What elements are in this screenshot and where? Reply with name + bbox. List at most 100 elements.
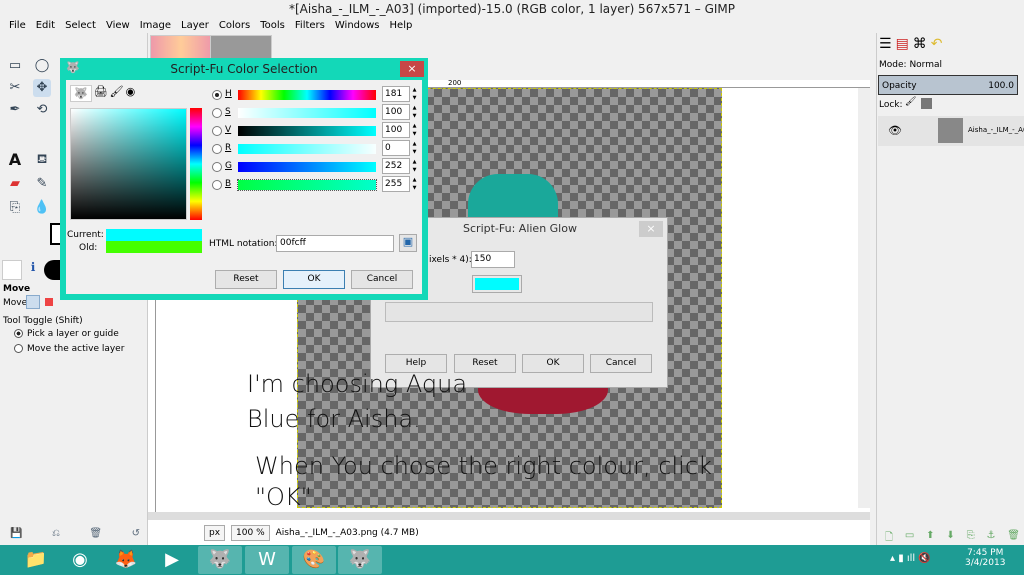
menu-select[interactable]: Select [60, 18, 101, 33]
firefox-icon[interactable]: 🦊 [104, 546, 148, 574]
saturation-input[interactable]: 100 [382, 104, 410, 120]
lock-pixels-icon[interactable]: 🖌 [905, 97, 916, 107]
bucket-fill-icon[interactable]: ⛾ [33, 151, 51, 169]
color-reset-button[interactable]: Reset [215, 270, 277, 289]
layer-row[interactable]: 👁 Aisha_-_ILM_-_A03 [878, 116, 1024, 146]
slider-red[interactable]: R 0 ▲ ▼ [212, 140, 422, 156]
eyedropper-button-icon[interactable]: ▣ [399, 234, 417, 252]
text-tool-icon[interactable]: A [6, 151, 24, 169]
vertical-scrollbar[interactable] [858, 88, 870, 508]
spinner[interactable]: ▲ ▼ [411, 86, 418, 102]
transform-icon[interactable]: ⟲ [33, 101, 51, 119]
hue-strip[interactable] [190, 108, 202, 220]
undo-tab-icon[interactable]: ↶ [931, 36, 943, 52]
sv-color-square[interactable] [70, 108, 187, 220]
color-cancel-button[interactable]: Cancel [351, 270, 413, 289]
value-input[interactable]: 100 [382, 122, 410, 138]
radio-pick-layer[interactable] [14, 329, 23, 338]
radio-v[interactable] [212, 126, 222, 136]
glow-color-button[interactable] [472, 275, 522, 293]
spinner[interactable]: ▲ ▼ [411, 122, 418, 138]
spinner[interactable]: ▲ ▼ [411, 140, 418, 156]
free-select-icon[interactable]: ✂ [6, 79, 24, 97]
option-move-active[interactable]: Move the active layer [27, 344, 124, 354]
move-tool-icon[interactable]: ✥ [33, 79, 51, 97]
slider-green[interactable]: G 252 ▲ ▼ [212, 158, 422, 174]
chrome-icon[interactable]: ◉ [58, 546, 102, 574]
menu-help[interactable]: Help [385, 18, 418, 33]
rect-select-icon[interactable]: ▭ [6, 57, 24, 75]
spinner[interactable]: ▲ ▼ [411, 176, 418, 192]
slider-value[interactable]: V 100 ▲ ▼ [212, 122, 422, 138]
radio-s[interactable] [212, 108, 222, 118]
save-options-icon[interactable]: 💾 [10, 528, 22, 539]
hue-input[interactable]: 181 [382, 86, 410, 102]
menu-tools[interactable]: Tools [255, 18, 290, 33]
reset-options-icon[interactable]: ↺ [132, 528, 140, 539]
visibility-eye-icon[interactable]: 👁 [888, 124, 902, 137]
wheel-tab-icon[interactable]: ◉ [126, 85, 136, 102]
menu-image[interactable]: Image [135, 18, 176, 33]
move-layer-button[interactable] [26, 295, 40, 309]
radio-r[interactable] [212, 144, 222, 154]
clone-icon[interactable]: ⎘ [6, 199, 24, 217]
radio-h[interactable] [212, 90, 222, 100]
value-bar[interactable] [238, 126, 376, 136]
glow-size-input[interactable]: 150 [471, 251, 515, 268]
menu-colors[interactable]: Colors [214, 18, 255, 33]
clock[interactable]: 7:45 PM 3/4/2013 [965, 548, 1005, 568]
system-tray-icons[interactable]: ▴ ▮ ıll 🔇 [890, 553, 931, 564]
paths-tab-icon[interactable]: ⌘ [913, 36, 927, 52]
green-bar[interactable] [238, 162, 376, 172]
slider-saturation[interactable]: S 100 ▲ ▼ [212, 104, 422, 120]
move-selection-button[interactable] [45, 298, 53, 306]
menu-filters[interactable]: Filters [290, 18, 330, 33]
mode-select[interactable]: Normal [909, 60, 942, 70]
horizontal-scrollbar[interactable] [148, 512, 870, 520]
slider-blue[interactable]: B 255 ▲ ▼ [212, 176, 422, 192]
menu-file[interactable]: File [4, 18, 31, 33]
blue-bar[interactable] [237, 179, 377, 191]
watercolor-tab-icon[interactable]: 🖌 [110, 85, 124, 102]
layers-tab-icon[interactable]: ☰ [879, 36, 892, 52]
html-notation-input[interactable]: 00fcff [276, 235, 394, 252]
paint-icon[interactable]: 🎨 [292, 546, 336, 574]
gimp-selector-tab-icon[interactable]: 🐺 [70, 85, 92, 102]
green-input[interactable]: 252 [382, 158, 410, 174]
cmyk-tab-icon[interactable]: 🖨 [94, 85, 108, 102]
option-pick-layer[interactable]: Pick a layer or guide [27, 329, 119, 339]
dodge-icon[interactable]: 💧 [33, 199, 51, 217]
menu-layer[interactable]: Layer [176, 18, 214, 33]
gimp-taskbar-icon[interactable]: 🐺 [198, 546, 242, 574]
channels-tab-icon[interactable]: ▤ [896, 36, 909, 52]
saturation-bar[interactable] [238, 108, 376, 118]
zoom-select[interactable]: 100 % [231, 524, 270, 541]
red-input[interactable]: 0 [382, 140, 410, 156]
glow-ok-button[interactable]: OK [522, 354, 584, 373]
tool-options-tab[interactable] [2, 260, 22, 280]
gimp-taskbar-icon-2[interactable]: 🐺 [338, 546, 382, 574]
restore-options-icon[interactable]: ⎌ [52, 528, 60, 539]
menu-edit[interactable]: Edit [31, 18, 60, 33]
hue-bar[interactable] [238, 90, 376, 100]
ellipse-select-icon[interactable]: ◯ [33, 57, 51, 75]
spinner[interactable]: ▲ ▼ [411, 104, 418, 120]
menu-view[interactable]: View [101, 18, 135, 33]
media-player-icon[interactable]: ▶ [150, 546, 194, 574]
radio-b[interactable] [212, 180, 222, 190]
red-bar[interactable] [238, 144, 376, 154]
word-icon[interactable]: W [245, 546, 289, 574]
unit-select[interactable]: px [204, 524, 226, 541]
radio-move-active[interactable] [14, 344, 23, 353]
radio-g[interactable] [212, 162, 222, 172]
glow-cancel-button[interactable]: Cancel [590, 354, 652, 373]
lock-alpha-icon[interactable] [921, 98, 932, 109]
color-close-button[interactable]: × [400, 61, 424, 77]
spinner[interactable]: ▲ ▼ [411, 158, 418, 174]
explorer-icon[interactable]: 📁 [14, 546, 58, 574]
slider-hue[interactable]: H 181 ▲ ▼ [212, 86, 422, 102]
opacity-slider[interactable]: Opacity 100.0 [878, 75, 1018, 95]
paths-icon[interactable]: ✒ [6, 101, 24, 119]
delete-options-icon[interactable]: 🗑 [89, 528, 102, 539]
color-ok-button[interactable]: OK [283, 270, 345, 289]
